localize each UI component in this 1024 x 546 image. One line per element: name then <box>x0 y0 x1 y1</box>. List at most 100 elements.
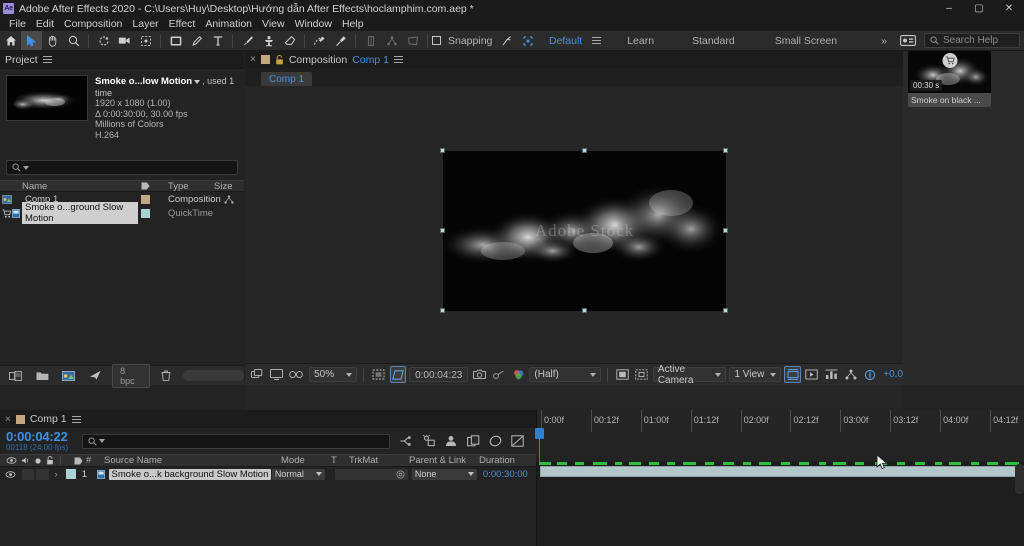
column-size[interactable]: Size <box>214 181 244 192</box>
selection-handle[interactable] <box>581 148 587 153</box>
toggle-mask-icon[interactable] <box>614 366 630 383</box>
layer-duration[interactable]: 0:00:30:00 <box>477 469 536 480</box>
frame-blending-icon[interactable] <box>462 431 484 451</box>
fast-previews-icon[interactable] <box>804 366 820 383</box>
take-snapshot-icon[interactable] <box>471 366 487 383</box>
comp-flowchart-icon[interactable] <box>214 194 244 204</box>
search-options-icon[interactable] <box>99 439 105 443</box>
puppet-pin-tool-icon[interactable] <box>330 31 351 50</box>
chevron-down-icon[interactable] <box>770 372 777 377</box>
label-swatch[interactable] <box>140 194 150 204</box>
snap-arrow-icon[interactable] <box>496 31 517 50</box>
column-duration[interactable]: Duration <box>479 455 536 466</box>
delete-icon[interactable] <box>156 366 177 385</box>
chevron-down-icon[interactable] <box>346 372 353 377</box>
workspace-learn[interactable]: Learn <box>627 35 654 47</box>
column-name[interactable]: Name <box>0 181 138 192</box>
view-layout-select[interactable]: 1 View <box>729 367 782 382</box>
selection-handle[interactable] <box>440 228 445 233</box>
selection-handle[interactable] <box>723 148 728 153</box>
composition-panel-comp-name[interactable]: Comp 1 <box>352 54 389 66</box>
comp-current-time[interactable]: 0:00:04:23 <box>409 367 469 382</box>
region-of-interest-icon[interactable] <box>389 366 407 383</box>
shape-tool-icon[interactable] <box>165 31 186 50</box>
chevron-down-icon[interactable] <box>316 472 323 476</box>
lock-icon[interactable] <box>275 54 284 65</box>
composition-viewer[interactable]: Adobe Stock <box>443 151 726 311</box>
motion-blur-icon[interactable] <box>484 431 506 451</box>
shopping-cart-icon[interactable] <box>942 53 957 68</box>
timeline-current-time[interactable]: 0:00:04:22 <box>6 430 82 443</box>
layer-expand-arrow[interactable]: › <box>49 469 63 480</box>
timeline-ruler[interactable]: 0:00f 00:12f 01:00f 01:12f 02:00f 02:12f 03:00… <box>536 410 1024 432</box>
panel-menu-icon[interactable] <box>42 54 52 65</box>
show-snapshot-icon[interactable] <box>491 366 507 383</box>
lock-icon[interactable] <box>46 456 54 465</box>
label-swatch[interactable] <box>140 208 150 218</box>
project-search-input[interactable] <box>6 160 238 175</box>
column-type[interactable]: Type <box>152 181 214 192</box>
column-t[interactable]: T <box>331 455 349 466</box>
project-tab-label[interactable]: Project <box>5 54 38 66</box>
timeline-icon[interactable] <box>823 366 839 383</box>
column-parent[interactable]: Parent & Link <box>409 455 479 466</box>
layer-duration-bar[interactable] <box>540 466 1024 477</box>
audio-icon[interactable] <box>21 456 30 465</box>
menu-view[interactable]: View <box>257 17 290 31</box>
main-viewer-icon[interactable] <box>268 366 284 383</box>
panel-menu-icon[interactable] <box>393 54 403 65</box>
menu-help[interactable]: Help <box>337 17 369 31</box>
home-icon[interactable] <box>0 31 21 50</box>
transparency-grid-icon[interactable] <box>370 366 386 383</box>
workspace-default[interactable]: Default <box>545 35 586 47</box>
pen-tool-icon[interactable] <box>186 31 207 50</box>
layer-parent-select[interactable]: None <box>411 468 477 480</box>
always-preview-icon[interactable] <box>249 366 265 383</box>
column-mode[interactable]: Mode <box>281 455 331 466</box>
eraser-tool-icon[interactable] <box>279 31 300 50</box>
timeline-current-time-group[interactable]: 0:00:04:22 00118 (24.00 fps) <box>0 430 82 452</box>
camera-tool-icon[interactable] <box>114 31 135 50</box>
zoom-level-select[interactable]: 50% <box>309 367 358 382</box>
hand-tool-icon[interactable] <box>42 31 63 50</box>
project-footer-pill[interactable] <box>182 370 245 381</box>
type-tool-icon[interactable] <box>207 31 228 50</box>
renderer-icon[interactable] <box>862 366 878 383</box>
comp-flowchart-icon[interactable] <box>843 366 859 383</box>
workspace-overflow-button[interactable]: » <box>877 35 891 47</box>
rotation-tool-icon[interactable] <box>93 31 114 50</box>
world-axis-icon[interactable] <box>381 31 402 50</box>
column-trkmat[interactable]: TrkMat <box>349 455 409 466</box>
bit-depth-button[interactable]: 8 bpc <box>112 363 150 388</box>
resolution-select[interactable]: (Half) <box>529 367 602 382</box>
selection-handle[interactable] <box>723 228 728 233</box>
search-options-icon[interactable] <box>23 165 29 170</box>
roto-brush-tool-icon[interactable] <box>309 31 330 50</box>
solo-icon[interactable] <box>34 457 42 465</box>
current-time-indicator[interactable] <box>535 428 544 439</box>
brush-tool-icon[interactable] <box>237 31 258 50</box>
new-composition-icon[interactable] <box>59 366 80 385</box>
chevron-down-icon[interactable] <box>467 472 474 476</box>
graph-editor-icon[interactable] <box>506 431 528 451</box>
menu-window[interactable]: Window <box>290 17 337 31</box>
menu-edit[interactable]: Edit <box>31 17 59 31</box>
close-tab-icon[interactable]: × <box>5 414 11 425</box>
zoom-tool-icon[interactable] <box>63 31 84 50</box>
tool-panel-icon[interactable] <box>897 31 918 50</box>
snapping-checkbox[interactable] <box>432 36 441 45</box>
chevron-down-icon[interactable] <box>590 372 597 377</box>
workspace-standard[interactable]: Standard <box>692 35 735 47</box>
video-eye-icon[interactable] <box>6 457 17 464</box>
search-help-box[interactable]: Search Help <box>924 33 1020 48</box>
view-axis-icon[interactable] <box>402 31 423 50</box>
layer-solo-toggle[interactable] <box>36 468 50 480</box>
exposure-value[interactable]: +0.0 <box>883 369 903 380</box>
timeline-vertical-scrollbar[interactable] <box>1015 464 1024 494</box>
timeline-track-area[interactable] <box>536 462 1024 546</box>
menu-animation[interactable]: Animation <box>200 17 257 31</box>
timeline-tab-label[interactable]: Comp 1 <box>30 413 67 425</box>
column-index[interactable]: # <box>86 455 104 466</box>
close-button[interactable]: ✕ <box>994 0 1024 17</box>
minimize-button[interactable]: – <box>934 0 964 17</box>
